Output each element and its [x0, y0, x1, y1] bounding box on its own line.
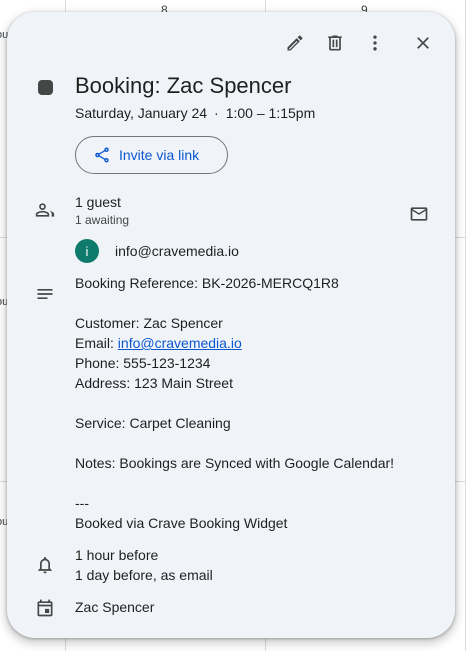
event-details-card: Booking: Zac Spencer Saturday, January 2… — [7, 12, 455, 638]
phone-line: Phone: 555-123-1234 — [75, 355, 211, 371]
guest-email[interactable]: info@cravemedia.io — [115, 243, 239, 259]
edit-event-button[interactable] — [279, 27, 311, 59]
close-button[interactable] — [407, 27, 439, 59]
event-title: Booking: Zac Spencer — [75, 73, 292, 98]
booking-reference: Booking Reference: BK-2026-MERCQ1R8 — [75, 275, 339, 291]
event-color-swatch — [38, 80, 53, 95]
guests-icon — [33, 198, 57, 222]
pencil-icon — [287, 35, 303, 51]
email-guests-button[interactable] — [403, 198, 435, 230]
email-label: Email: — [75, 335, 118, 351]
calendar-owner: Zac Spencer — [75, 599, 155, 615]
description-icon — [33, 282, 57, 306]
service-line: Service: Carpet Cleaning — [75, 415, 231, 431]
event-datetime: Saturday, January 24 · 1:00 – 1:15pm — [75, 105, 315, 121]
more-options-button[interactable] — [359, 27, 391, 59]
notes-line: Notes: Bookings are Synced with Google C… — [75, 455, 395, 471]
mail-icon — [410, 207, 428, 221]
divider-line: --- — [75, 495, 89, 511]
guest-status: 1 awaiting — [75, 213, 130, 227]
reminder-item: 1 hour before — [75, 547, 159, 563]
invite-label: Invite via link — [119, 147, 200, 163]
avatar: i — [75, 239, 99, 263]
email-link[interactable]: info@cravemedia.io — [118, 335, 242, 351]
trash-icon — [328, 35, 342, 51]
event-date: Saturday, January 24 — [75, 105, 208, 121]
bell-icon — [33, 553, 57, 577]
footer-line: Booked via Crave Booking Widget — [75, 515, 288, 531]
close-icon — [417, 37, 429, 49]
customer-line: Customer: Zac Spencer — [75, 315, 223, 331]
invite-via-link-button[interactable]: Invite via link — [75, 136, 228, 174]
address-line: Address: 123 Main Street — [75, 375, 233, 391]
delete-event-button[interactable] — [319, 27, 351, 59]
date-separator: · — [214, 105, 219, 121]
event-description: Booking Reference: BK-2026-MERCQ1R8 Cust… — [75, 273, 394, 533]
email-line: Email: info@cravemedia.io — [75, 333, 394, 353]
event-time: 1:00 – 1:15pm — [225, 105, 316, 121]
guest-count: 1 guest — [75, 194, 121, 210]
share-icon — [95, 147, 109, 163]
calendar-icon — [33, 596, 57, 620]
reminder-item: 1 day before, as email — [75, 567, 213, 583]
more-vert-icon — [373, 35, 377, 51]
